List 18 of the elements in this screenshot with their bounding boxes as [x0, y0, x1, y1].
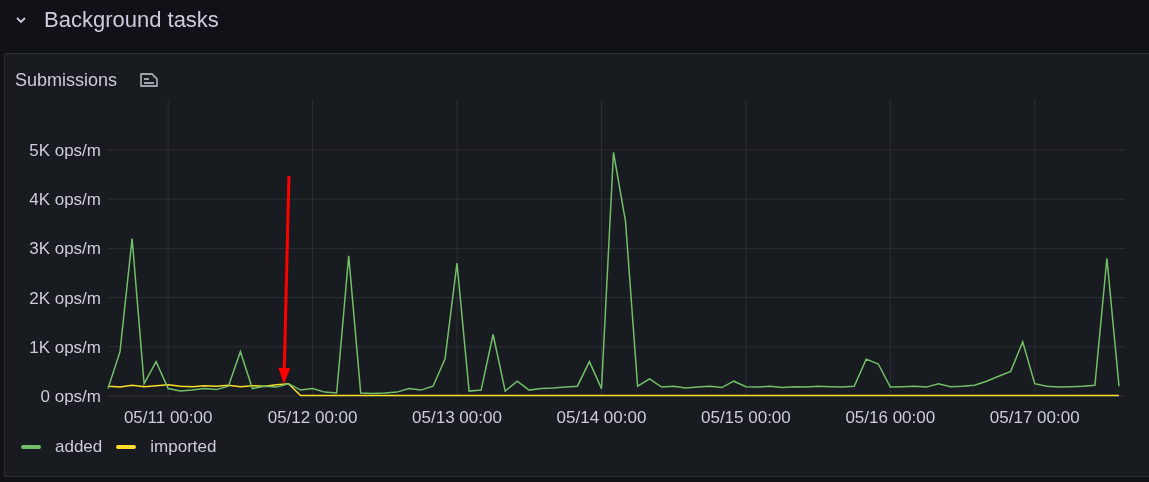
axis-tick-label: 05/17 00:00 — [989, 408, 1080, 427]
axis-tick-label: 5K ops/m — [29, 141, 101, 160]
axis-tick-label: 4K ops/m — [29, 190, 101, 210]
axis-tick-label: 05/14 00:00 — [556, 408, 647, 427]
axis-tick-label: 3K ops/m — [29, 239, 101, 259]
axis-tick-label: 2K ops/m — [29, 288, 101, 308]
axis-tick-label: 05/15 00:00 — [701, 408, 791, 427]
axis-tick-label: 05/12 00:00 — [267, 408, 358, 427]
legend-label[interactable]: added — [55, 437, 103, 457]
panel-title: Submissions — [15, 69, 118, 91]
axis-tick-label: 1K ops/m — [29, 337, 101, 357]
legend-label[interactable]: imported — [150, 437, 217, 457]
axis-tick-label: 0 ops/m — [40, 387, 101, 406]
axis-tick-label: 05/13 00:00 — [412, 408, 502, 427]
axis-tick-label: 05/16 00:00 — [845, 408, 936, 427]
section-title: Background tasks — [44, 7, 219, 33]
axis-tick-label: 05/11 00:00 — [123, 408, 213, 427]
description-icon[interactable] — [139, 71, 160, 89]
